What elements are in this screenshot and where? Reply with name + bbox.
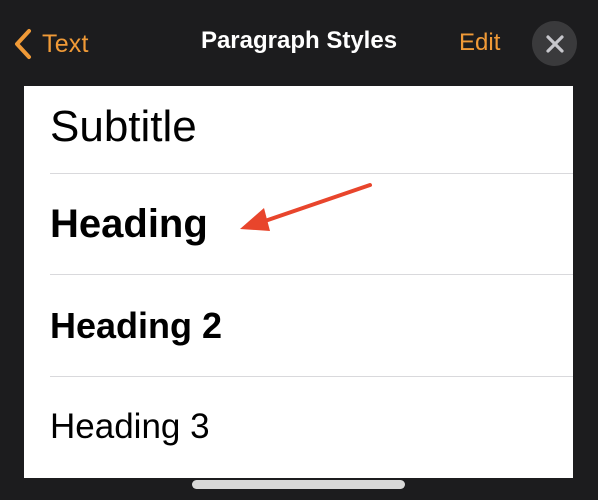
close-icon: [545, 34, 564, 53]
paragraph-styles-panel: Text Paragraph Styles Edit Subtitle Head…: [0, 0, 598, 500]
style-label-subtitle: Subtitle: [50, 102, 197, 151]
paragraph-styles-list: Subtitle Heading Heading 2 Heading 3: [24, 86, 573, 478]
page-title: Paragraph Styles: [200, 27, 398, 54]
sheet-margin-right: [573, 86, 598, 500]
style-row-heading-2[interactable]: Heading 2: [24, 275, 573, 376]
style-label-heading-2: Heading 2: [50, 305, 223, 346]
back-button-label: Text: [42, 29, 89, 58]
nav-header: Text Paragraph Styles Edit: [0, 0, 598, 86]
sheet-margin-left: [0, 86, 24, 500]
home-indicator[interactable]: [192, 480, 405, 489]
edit-button[interactable]: Edit: [459, 29, 500, 57]
style-row-subtitle[interactable]: Subtitle: [24, 86, 573, 173]
back-button[interactable]: Text: [12, 24, 89, 64]
chevron-left-icon: [15, 29, 31, 59]
style-row-heading-3[interactable]: Heading 3: [24, 377, 573, 478]
style-label-heading-3: Heading 3: [50, 407, 210, 446]
close-button[interactable]: [532, 21, 577, 66]
style-label-heading: Heading: [50, 202, 208, 246]
style-row-heading[interactable]: Heading: [24, 174, 573, 274]
